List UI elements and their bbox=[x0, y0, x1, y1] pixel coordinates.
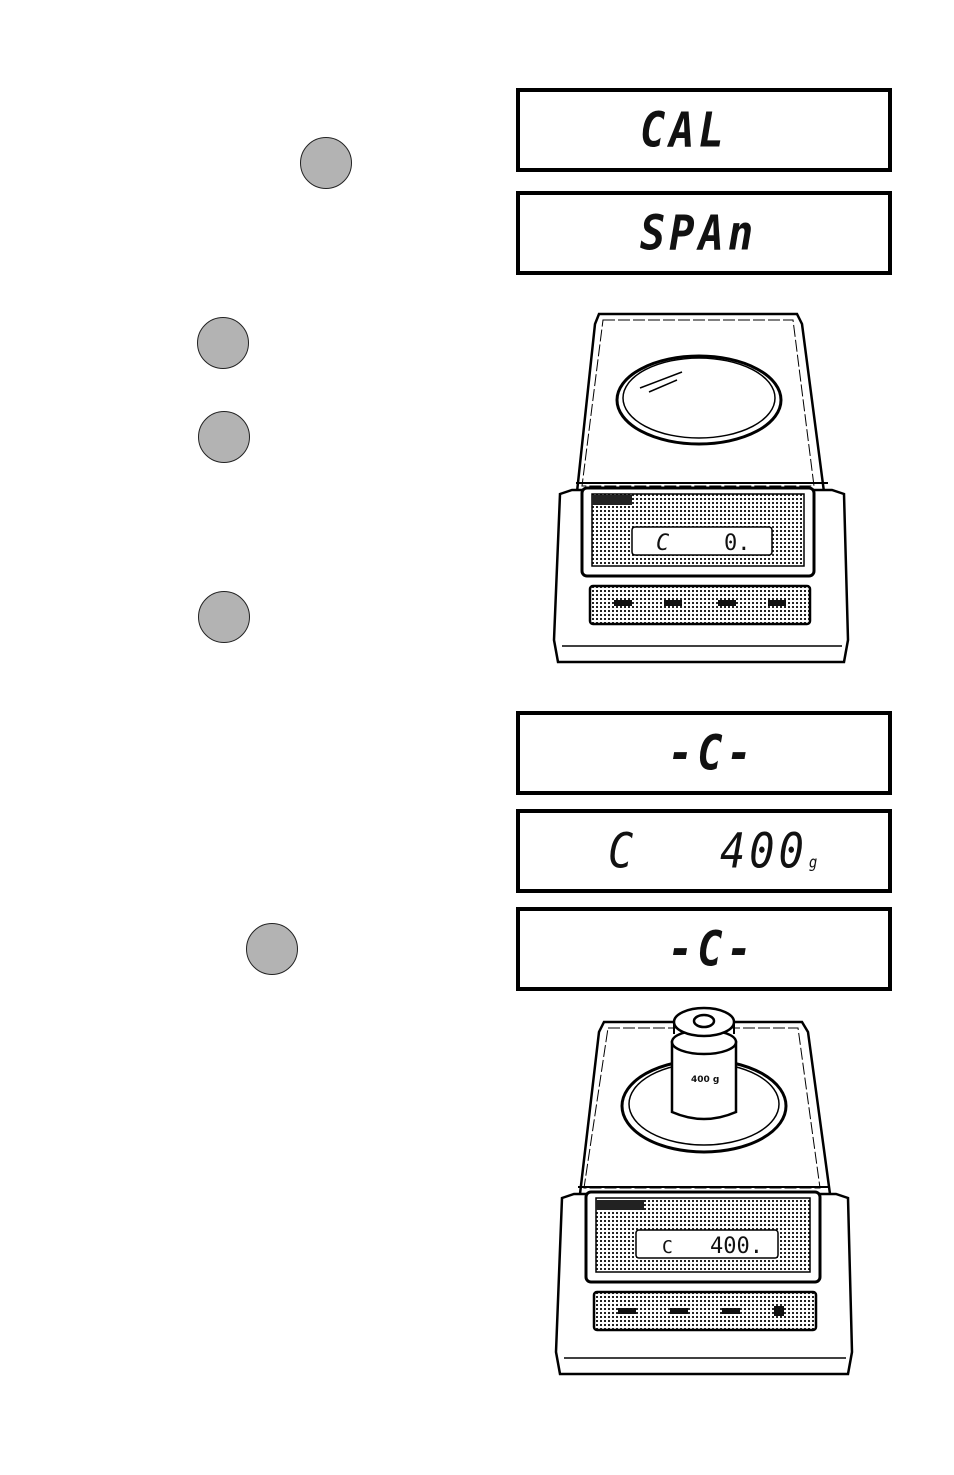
key-button bbox=[774, 1306, 784, 1316]
key-button bbox=[722, 1308, 740, 1314]
lcd-value: 400 bbox=[720, 822, 808, 879]
lcd-display-cal: CAL bbox=[516, 88, 892, 172]
balance-illustration-with-weight: 400 g C 400. bbox=[554, 1006, 854, 1376]
lcd-text-value: 400g bbox=[720, 826, 818, 875]
scale-readout-value: 400. bbox=[710, 1234, 763, 1259]
scale-readout-value: 0. bbox=[724, 531, 751, 556]
weight-label: 400 g bbox=[691, 1075, 719, 1085]
scale-readout-left: C bbox=[662, 1237, 673, 1258]
step-marker-circle bbox=[198, 591, 250, 643]
step-marker-circle bbox=[300, 137, 352, 189]
scale-readout-left: C bbox=[656, 531, 670, 556]
key-button bbox=[768, 600, 786, 606]
step-marker-circle bbox=[197, 317, 249, 369]
key-button bbox=[664, 600, 682, 606]
lcd-display-c: -C- bbox=[516, 907, 892, 991]
balance-illustration-empty: C 0. bbox=[552, 312, 850, 664]
calibration-weight: 400 g bbox=[670, 1006, 738, 1121]
weighing-pan bbox=[615, 354, 783, 446]
lcd-text: -C- bbox=[668, 724, 756, 781]
lcd-display-c: -C- bbox=[516, 711, 892, 795]
lcd-text: CAL bbox=[640, 101, 728, 158]
lcd-display-c-400g: C 400g bbox=[516, 809, 892, 893]
lcd-display-span: SPAn bbox=[516, 191, 892, 275]
key-button bbox=[614, 600, 632, 606]
lcd-text: -C- bbox=[668, 920, 756, 977]
lcd-text-left: C bbox=[608, 822, 638, 879]
key-button bbox=[618, 1308, 636, 1314]
step-marker-circle bbox=[246, 923, 298, 975]
lcd-text: SPAn bbox=[640, 204, 758, 261]
step-marker-circle bbox=[198, 411, 250, 463]
key-button bbox=[670, 1308, 688, 1314]
lcd-unit: g bbox=[808, 853, 818, 872]
key-button bbox=[718, 600, 736, 606]
